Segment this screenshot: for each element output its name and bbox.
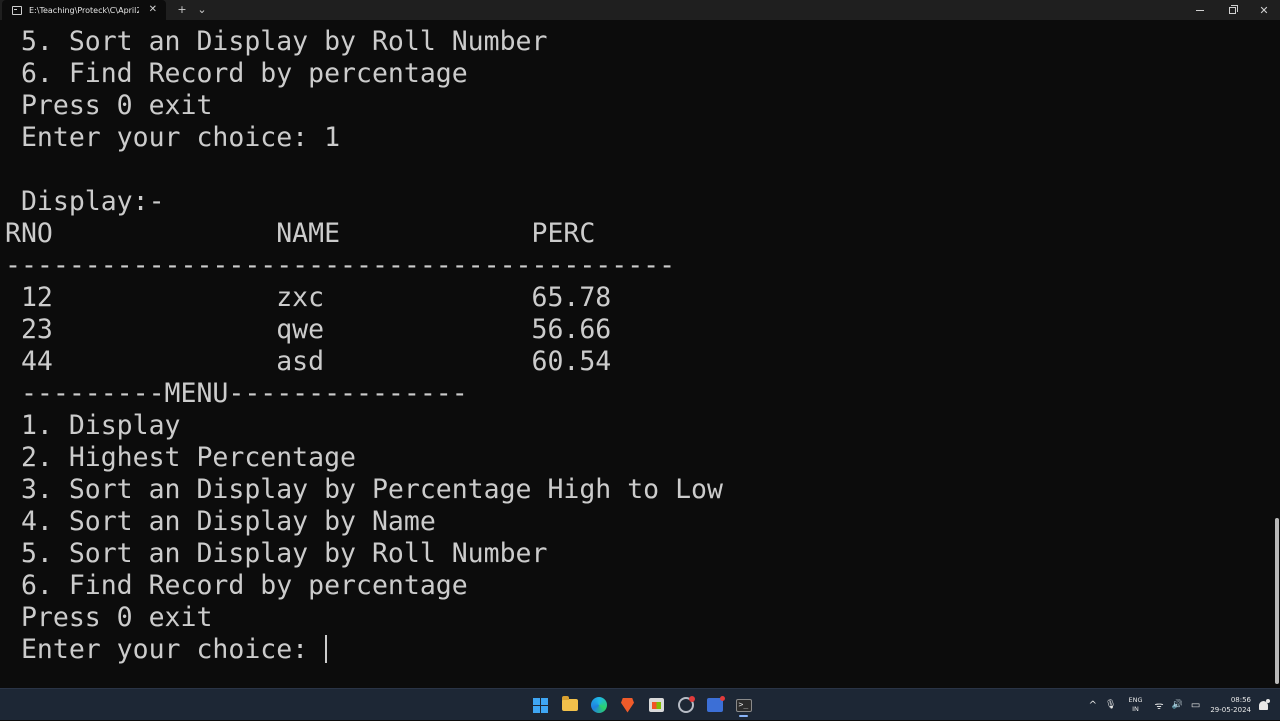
microphone-icon[interactable]: 🎙 xyxy=(1105,700,1116,710)
terminal-line: 6. Find Record by percentage xyxy=(5,58,468,89)
terminal-line: 6. Find Record by percentage xyxy=(5,570,468,601)
taskbar-apps: >_ xyxy=(526,693,758,717)
volume-icon[interactable]: 🔊 xyxy=(1172,700,1183,710)
terminal-line: Enter your choice: 1 xyxy=(5,122,341,153)
tray-chevron-icon[interactable]: ^ xyxy=(1089,700,1097,711)
terminal-line: Press 0 exit xyxy=(5,90,213,121)
terminal-line: Enter your choice: xyxy=(5,634,325,665)
clock[interactable]: 08:56 29-05-2024 xyxy=(1210,695,1251,715)
brave-button[interactable] xyxy=(613,693,642,717)
clock-date: 29-05-2024 xyxy=(1210,706,1251,714)
brave-icon xyxy=(621,697,634,713)
terminal-line: 4. Sort an Display by Name xyxy=(5,506,436,537)
terminal-line: 5. Sort an Display by Roll Number xyxy=(5,538,548,569)
terminal-tab[interactable]: E:\Teaching\Proteck\C\April24\ ✕ xyxy=(2,0,166,20)
terminal-tab-icon xyxy=(12,5,22,15)
wifi-icon[interactable]: ᯤ xyxy=(1155,698,1164,712)
file-explorer-icon xyxy=(561,696,578,711)
taskbar: >_ ^ 🎙 ENG IN ᯤ 🔊 ▭ 08:56 29-05-2024 xyxy=(0,688,1280,720)
store-button[interactable] xyxy=(642,693,671,717)
chrome-icon xyxy=(677,696,695,713)
store-icon xyxy=(649,698,664,712)
close-icon: ✕ xyxy=(1259,3,1269,17)
terminal-line: 12 zxc 65.78 xyxy=(5,282,612,313)
visual-studio-icon xyxy=(706,696,725,712)
restore-icon xyxy=(1228,4,1238,14)
system-tray: ^ 🎙 ENG IN ᯤ 🔊 ▭ 08:56 29-05-2024 xyxy=(1085,689,1280,721)
battery-icon[interactable]: ▭ xyxy=(1191,700,1200,711)
terminal-line: Press 0 exit xyxy=(5,602,213,633)
new-tab-button[interactable]: + xyxy=(172,0,192,20)
terminal-button[interactable]: >_ xyxy=(729,693,758,717)
language-indicator[interactable]: ENG IN xyxy=(1128,696,1142,714)
terminal-line: 5. Sort an Display by Roll Number xyxy=(5,26,548,57)
tab-dropdown-button[interactable]: ⌄ xyxy=(192,0,212,20)
visual-studio-button[interactable] xyxy=(700,693,729,717)
maximize-button[interactable] xyxy=(1216,0,1248,20)
terminal-scrollbar[interactable] xyxy=(1275,518,1279,684)
notification-bell-icon[interactable] xyxy=(1259,698,1270,710)
text-cursor xyxy=(325,635,328,663)
start-icon xyxy=(533,697,548,713)
terminal-line: ----------------------------------------… xyxy=(5,250,676,281)
tab-close-icon[interactable]: ✕ xyxy=(149,3,157,17)
minimize-icon xyxy=(1196,9,1204,11)
terminal-line: 2. Highest Percentage xyxy=(5,442,356,473)
title-bar: E:\Teaching\Proteck\C\April24\ ✕ + ⌄ ✕ xyxy=(0,0,1280,20)
terminal-line: 3. Sort an Display by Percentage High to… xyxy=(5,474,723,505)
language-code: ENG xyxy=(1128,696,1143,704)
terminal-line: 23 qwe 56.66 xyxy=(5,314,612,345)
terminal-line: ---------MENU--------------- xyxy=(5,378,468,409)
start-button[interactable] xyxy=(526,693,555,717)
window-controls: ✕ xyxy=(1184,0,1280,20)
clock-time: 08:56 xyxy=(1230,696,1251,704)
edge-button[interactable] xyxy=(584,693,613,717)
tab-title: E:\Teaching\Proteck\C\April24\ xyxy=(29,5,139,15)
file-explorer-button[interactable] xyxy=(555,693,584,717)
close-button[interactable]: ✕ xyxy=(1248,0,1280,20)
chrome-button[interactable] xyxy=(671,693,700,717)
terminal-output[interactable]: 5. Sort an Display by Roll Number 6. Fin… xyxy=(0,20,1272,688)
minimize-button[interactable] xyxy=(1184,0,1216,20)
terminal-line: 44 asd 60.54 xyxy=(5,346,612,377)
terminal-line: RNO NAME PERC xyxy=(5,218,596,249)
terminal-icon: >_ xyxy=(735,698,752,712)
terminal-line: Display:- xyxy=(5,186,165,217)
terminal-line: 1. Display xyxy=(5,410,181,441)
edge-icon xyxy=(590,697,607,713)
region-code: IN xyxy=(1132,705,1139,713)
terminal-text: 5. Sort an Display by Roll Number 6. Fin… xyxy=(5,26,723,666)
